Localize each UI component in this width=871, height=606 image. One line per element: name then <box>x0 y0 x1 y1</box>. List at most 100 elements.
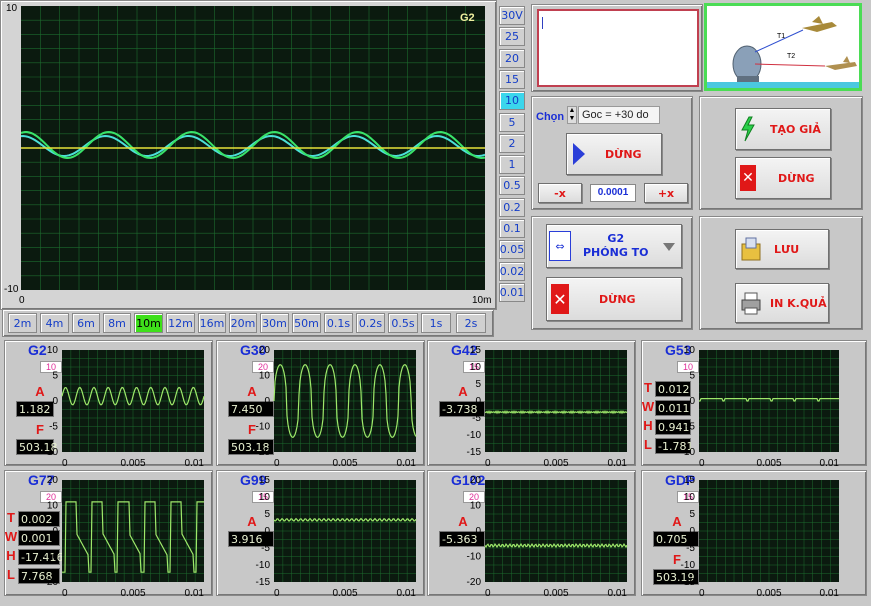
zoom-text-group: G2 PHÓNG TO <box>583 232 649 260</box>
time-button[interactable]: 1s <box>421 313 451 333</box>
zoom-stop-button[interactable]: ✕ DỪNG <box>546 277 682 321</box>
y-tick-label: 0 <box>689 396 695 407</box>
y-tick-label: 20 <box>470 475 482 486</box>
y-tick-label: -15 <box>256 577 271 588</box>
time-button[interactable]: 2m <box>8 313 37 333</box>
fake-signal-label: TẠO GIẢ <box>770 122 821 136</box>
scale-button[interactable]: 0.1 <box>499 219 525 238</box>
minus-x-button[interactable]: -x <box>538 183 582 203</box>
time-button[interactable]: 20m <box>229 313 257 333</box>
scale-button[interactable]: 25 <box>499 27 525 47</box>
save-button[interactable]: LƯU <box>735 229 829 269</box>
y-tick-label: 0 <box>264 526 270 537</box>
y-tick-label: -20 <box>467 577 482 588</box>
x-tick-label: 0 <box>699 588 705 599</box>
x-tick-label: 0.01 <box>397 458 417 469</box>
print-label: IN K.QUẢ <box>770 296 827 310</box>
y-tick-label: 5 <box>52 371 58 382</box>
time-button[interactable]: 8m <box>103 313 131 333</box>
small-scope-screen: 1050-5-100 0.005 0.01 <box>44 345 205 469</box>
lightning-icon <box>741 116 755 142</box>
main-channel-label: G2 <box>460 12 475 24</box>
time-button[interactable]: 2s <box>456 313 486 333</box>
print-button[interactable]: IN K.QUẢ <box>735 283 829 323</box>
zoom-select-button[interactable]: ⇔ G2 PHÓNG TO <box>546 224 682 268</box>
zoom-stop-x-icon: ✕ <box>551 284 569 314</box>
time-button[interactable]: 6m <box>72 313 100 333</box>
y-tick-label: -10 <box>681 560 696 571</box>
x-tick-label: 0.005 <box>120 458 145 469</box>
y-tick-label: 10 <box>259 492 271 503</box>
time-button[interactable]: 30m <box>260 313 289 333</box>
save-folder-icon <box>741 237 761 261</box>
scale-button[interactable]: 10 <box>499 91 525 111</box>
fake-signal-button[interactable]: TẠO GIẢ <box>735 108 831 150</box>
y-tick-label: -10 <box>467 552 482 563</box>
scale-button[interactable]: 5 <box>499 112 525 132</box>
y-tick-label: -5 <box>49 422 58 433</box>
scale-button[interactable]: 0.05 <box>499 240 525 260</box>
x-tick-label: 0 <box>274 458 280 469</box>
y-tick-label: 5 <box>264 509 270 520</box>
y-tick-label: 0 <box>52 396 58 407</box>
y-tick-label: 15 <box>259 475 271 486</box>
y-tick-label: -5 <box>686 543 695 554</box>
x-tick-label: 0 <box>274 588 280 599</box>
y-tick-label: -5 <box>472 413 481 424</box>
angle-select[interactable]: Goc = +30 do <box>578 106 660 124</box>
time-button[interactable]: 16m <box>198 313 226 333</box>
x-tick-label: 0.005 <box>543 588 568 599</box>
save-label: LƯU <box>774 242 800 256</box>
stop-x-icon: ✕ <box>740 165 756 191</box>
time-button[interactable]: 0.1s <box>324 313 353 333</box>
time-button[interactable]: 10m <box>134 313 163 333</box>
small-scope-screen: 151050-5-10-150 0.005 0.01 <box>681 475 840 599</box>
time-button[interactable]: 50m <box>292 313 321 333</box>
param-label: H <box>643 418 653 433</box>
cursor-stop-label: DỪNG <box>605 147 642 161</box>
scale-button[interactable]: 15 <box>499 69 525 89</box>
angle-stepper[interactable]: ▲ ▼ <box>567 106 577 124</box>
time-button[interactable]: 0.2s <box>356 313 385 333</box>
cursor-stop-button[interactable]: DỪNG <box>566 133 662 175</box>
generator-stop-button[interactable]: ✕ DỪNG <box>735 157 831 199</box>
param-label: T <box>644 380 652 395</box>
scale-button[interactable]: 20 <box>499 48 525 68</box>
param-label: T <box>7 510 15 525</box>
plus-x-button[interactable]: +x <box>644 183 688 203</box>
chon-label: Chọn <box>536 111 565 123</box>
small-scope-screen: 20100-10-200 0.005 0.01 <box>256 345 417 469</box>
play-icon <box>573 143 585 165</box>
scale-button[interactable]: 0.02 <box>499 261 525 281</box>
scale-button[interactable]: 30V <box>499 6 525 25</box>
x-tick-label: 0.005 <box>332 588 357 599</box>
x-tick-label: 0 <box>485 458 491 469</box>
y-tick-label: 10 <box>684 492 696 503</box>
time-button[interactable]: 4m <box>40 313 69 333</box>
y-tick-label: 15 <box>470 345 482 356</box>
zoom-stop-label: DỪNG <box>599 292 636 306</box>
time-button[interactable]: 0.5s <box>388 313 418 333</box>
x-tick-label: 0 <box>485 588 491 599</box>
dropdown-triangle-icon <box>663 243 675 251</box>
scale-button[interactable]: 0.01 <box>499 282 525 302</box>
x-tick-label: 0.01 <box>820 588 840 599</box>
param-label: L <box>7 567 15 582</box>
time-button[interactable]: 12m <box>166 313 195 333</box>
y-tick-label: 10 <box>684 345 696 356</box>
scale-button[interactable]: 1 <box>499 155 525 175</box>
step-value-field[interactable]: 0.0001 <box>590 184 636 202</box>
y-tick-label: -15 <box>467 447 482 458</box>
scale-button[interactable]: 2 <box>499 133 525 153</box>
y-tick-label: -10 <box>44 552 59 563</box>
scale-button[interactable]: 0.5 <box>499 176 525 196</box>
main-x-min: 0 <box>19 295 25 306</box>
y-tick-label: 10 <box>47 501 59 512</box>
scale-button[interactable]: 0.2 <box>499 197 525 217</box>
x-tick-label: 0.005 <box>332 458 357 469</box>
y-tick-label: -10 <box>467 430 482 441</box>
y-tick-label: 0 <box>264 396 270 407</box>
main-y-min: -10 <box>4 284 19 295</box>
param-label: W <box>4 529 18 544</box>
zoom-label: PHÓNG TO <box>583 246 649 259</box>
